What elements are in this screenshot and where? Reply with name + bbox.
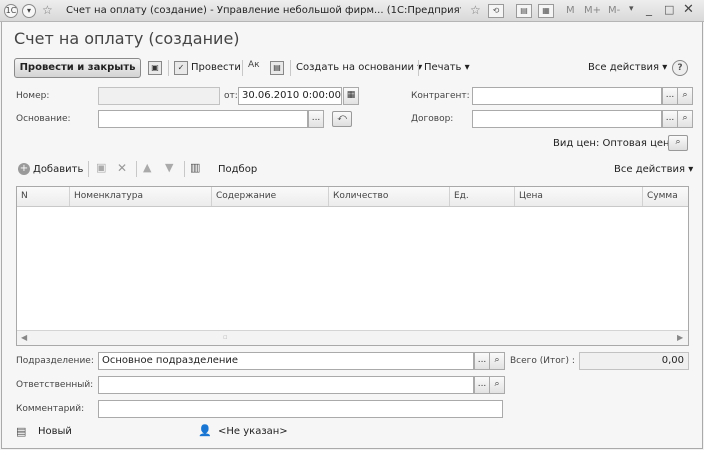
- basis-fill-icon[interactable]: ⤺: [332, 111, 352, 127]
- close-icon[interactable]: ✕: [683, 2, 694, 17]
- favorite-star-icon[interactable]: ☆: [42, 3, 53, 17]
- responsible-choose-button[interactable]: ...: [474, 376, 490, 394]
- toolbar-separator-2: [242, 60, 243, 76]
- form-title: Счет на оплату (создание): [14, 29, 240, 48]
- print-button[interactable]: Печать ▾: [424, 62, 470, 73]
- department-field[interactable]: Основное подразделение: [98, 352, 474, 370]
- table-toolbar-separator: [88, 161, 89, 177]
- add-icon[interactable]: +: [18, 163, 30, 175]
- author-label[interactable]: <Не указан>: [218, 426, 288, 437]
- basis-field[interactable]: [98, 110, 308, 128]
- history-icon[interactable]: ⟲: [488, 4, 504, 18]
- column-header-quantity[interactable]: Количество: [328, 187, 449, 206]
- counterparty-choose-button[interactable]: ...: [662, 87, 678, 105]
- responsible-label: Ответственный:: [16, 380, 94, 390]
- barcode-icon[interactable]: ▥: [190, 161, 200, 174]
- table-toolbar-separator-2: [136, 161, 137, 177]
- mem-plus-button[interactable]: M+: [584, 5, 601, 16]
- dropdown-icon[interactable]: ▾: [629, 4, 634, 14]
- move-up-icon[interactable]: ▲: [143, 161, 151, 174]
- move-down-icon[interactable]: ▼: [165, 161, 173, 174]
- number-label: Номер:: [16, 91, 50, 101]
- table-toolbar-separator-3: [184, 161, 185, 177]
- scroll-right-icon[interactable]: ▶: [677, 333, 683, 342]
- column-header-price[interactable]: Цена: [514, 187, 642, 206]
- maximize-icon[interactable]: □: [664, 3, 674, 16]
- contract-choose-button[interactable]: ...: [662, 110, 678, 128]
- responsible-field[interactable]: [98, 376, 474, 394]
- column-header-n[interactable]: N: [17, 187, 69, 206]
- title-bar: 1С ▾ ☆ Счет на оплату (создание) - Управ…: [0, 0, 704, 22]
- mem-m-button[interactable]: M: [566, 5, 575, 16]
- document-state-label: Новый: [38, 426, 72, 437]
- toolbar-separator-4: [418, 60, 419, 76]
- contract-label: Договор:: [411, 114, 454, 124]
- comment-label: Комментарий:: [16, 404, 85, 414]
- toolbar-separator: [168, 60, 169, 76]
- column-header-unit[interactable]: Ед.: [449, 187, 514, 206]
- basis-label: Основание:: [16, 114, 71, 124]
- window-title: Счет на оплату (создание) - Управление н…: [66, 5, 461, 16]
- department-label: Подразделение:: [16, 356, 94, 366]
- calendar-icon[interactable]: ▦: [538, 4, 554, 18]
- total-field: 0,00: [579, 352, 689, 370]
- help-icon[interactable]: ?: [672, 60, 688, 76]
- horizontal-scrollbar[interactable]: ◀ ▫ ▶: [17, 330, 688, 345]
- dropdown-arrow-icon: ▾: [662, 62, 668, 73]
- date-field[interactable]: 30.06.2010 0:00:00: [238, 87, 342, 105]
- column-header-content[interactable]: Содержание: [211, 187, 328, 206]
- document-state-icon: ▤: [16, 425, 27, 438]
- price-type-link[interactable]: Вид цен: Оптовая цена: [553, 138, 676, 149]
- basis-choose-button[interactable]: ...: [308, 110, 324, 128]
- document-icon[interactable]: ▤: [516, 4, 532, 18]
- mem-minus-button[interactable]: M-: [608, 5, 620, 16]
- delete-icon[interactable]: ✕: [117, 161, 127, 175]
- column-header-nomenclature[interactable]: Номенклатура: [69, 187, 211, 206]
- post-button[interactable]: Провести: [191, 62, 241, 73]
- comment-field[interactable]: [98, 400, 503, 418]
- post-icon[interactable]: ✓: [174, 61, 188, 75]
- column-header-sum[interactable]: Сумма: [642, 187, 688, 206]
- contract-field[interactable]: [472, 110, 662, 128]
- app-logo-icon[interactable]: 1С: [4, 4, 18, 18]
- favorite-star-icon-2[interactable]: ☆: [470, 3, 481, 17]
- dropdown-arrow-icon: ▾: [464, 62, 470, 73]
- add-button[interactable]: Добавить: [33, 164, 83, 175]
- minimize-icon[interactable]: _: [646, 2, 652, 16]
- window-menu-icon[interactable]: ▾: [22, 4, 36, 18]
- goods-table[interactable]: N Номенклатура Содержание Количество Ед.…: [16, 186, 689, 346]
- all-actions-button[interactable]: Все действия ▾: [588, 62, 667, 73]
- department-search-icon[interactable]: ⌕: [489, 352, 505, 370]
- department-choose-button[interactable]: ...: [474, 352, 490, 370]
- save-icon[interactable]: ▣: [148, 61, 162, 75]
- contract-search-icon[interactable]: ⌕: [677, 110, 693, 128]
- table-header: N Номенклатура Содержание Количество Ед.…: [17, 187, 688, 207]
- counterparty-label: Контрагент:: [411, 91, 470, 101]
- calendar-button-icon[interactable]: ▦: [343, 87, 359, 105]
- copy-icon[interactable]: ▣: [96, 161, 106, 174]
- author-icon: 👤: [198, 424, 212, 437]
- scroll-left-icon[interactable]: ◀: [21, 333, 27, 342]
- total-label: Всего (Итог) :: [510, 356, 575, 366]
- counterparty-field[interactable]: [472, 87, 662, 105]
- price-type-search-icon[interactable]: ⌕: [668, 135, 688, 151]
- dropdown-arrow-icon: ▾: [688, 164, 694, 175]
- report-icon[interactable]: ▤: [270, 61, 284, 75]
- counterparty-search-icon[interactable]: ⌕: [677, 87, 693, 105]
- create-based-on-button[interactable]: Создать на основании ▾: [296, 62, 422, 73]
- scroll-thumb[interactable]: ▫: [223, 333, 228, 341]
- responsible-search-icon[interactable]: ⌕: [489, 376, 505, 394]
- date-label: от:: [224, 91, 238, 101]
- toolbar-separator-3: [290, 60, 291, 76]
- selection-button[interactable]: Подбор: [218, 164, 257, 175]
- dt-kt-icon[interactable]: Ак: [248, 60, 260, 70]
- table-all-actions-button[interactable]: Все действия ▾: [614, 164, 693, 175]
- post-and-close-button[interactable]: Провести и закрыть: [14, 58, 141, 78]
- number-field[interactable]: [98, 87, 220, 105]
